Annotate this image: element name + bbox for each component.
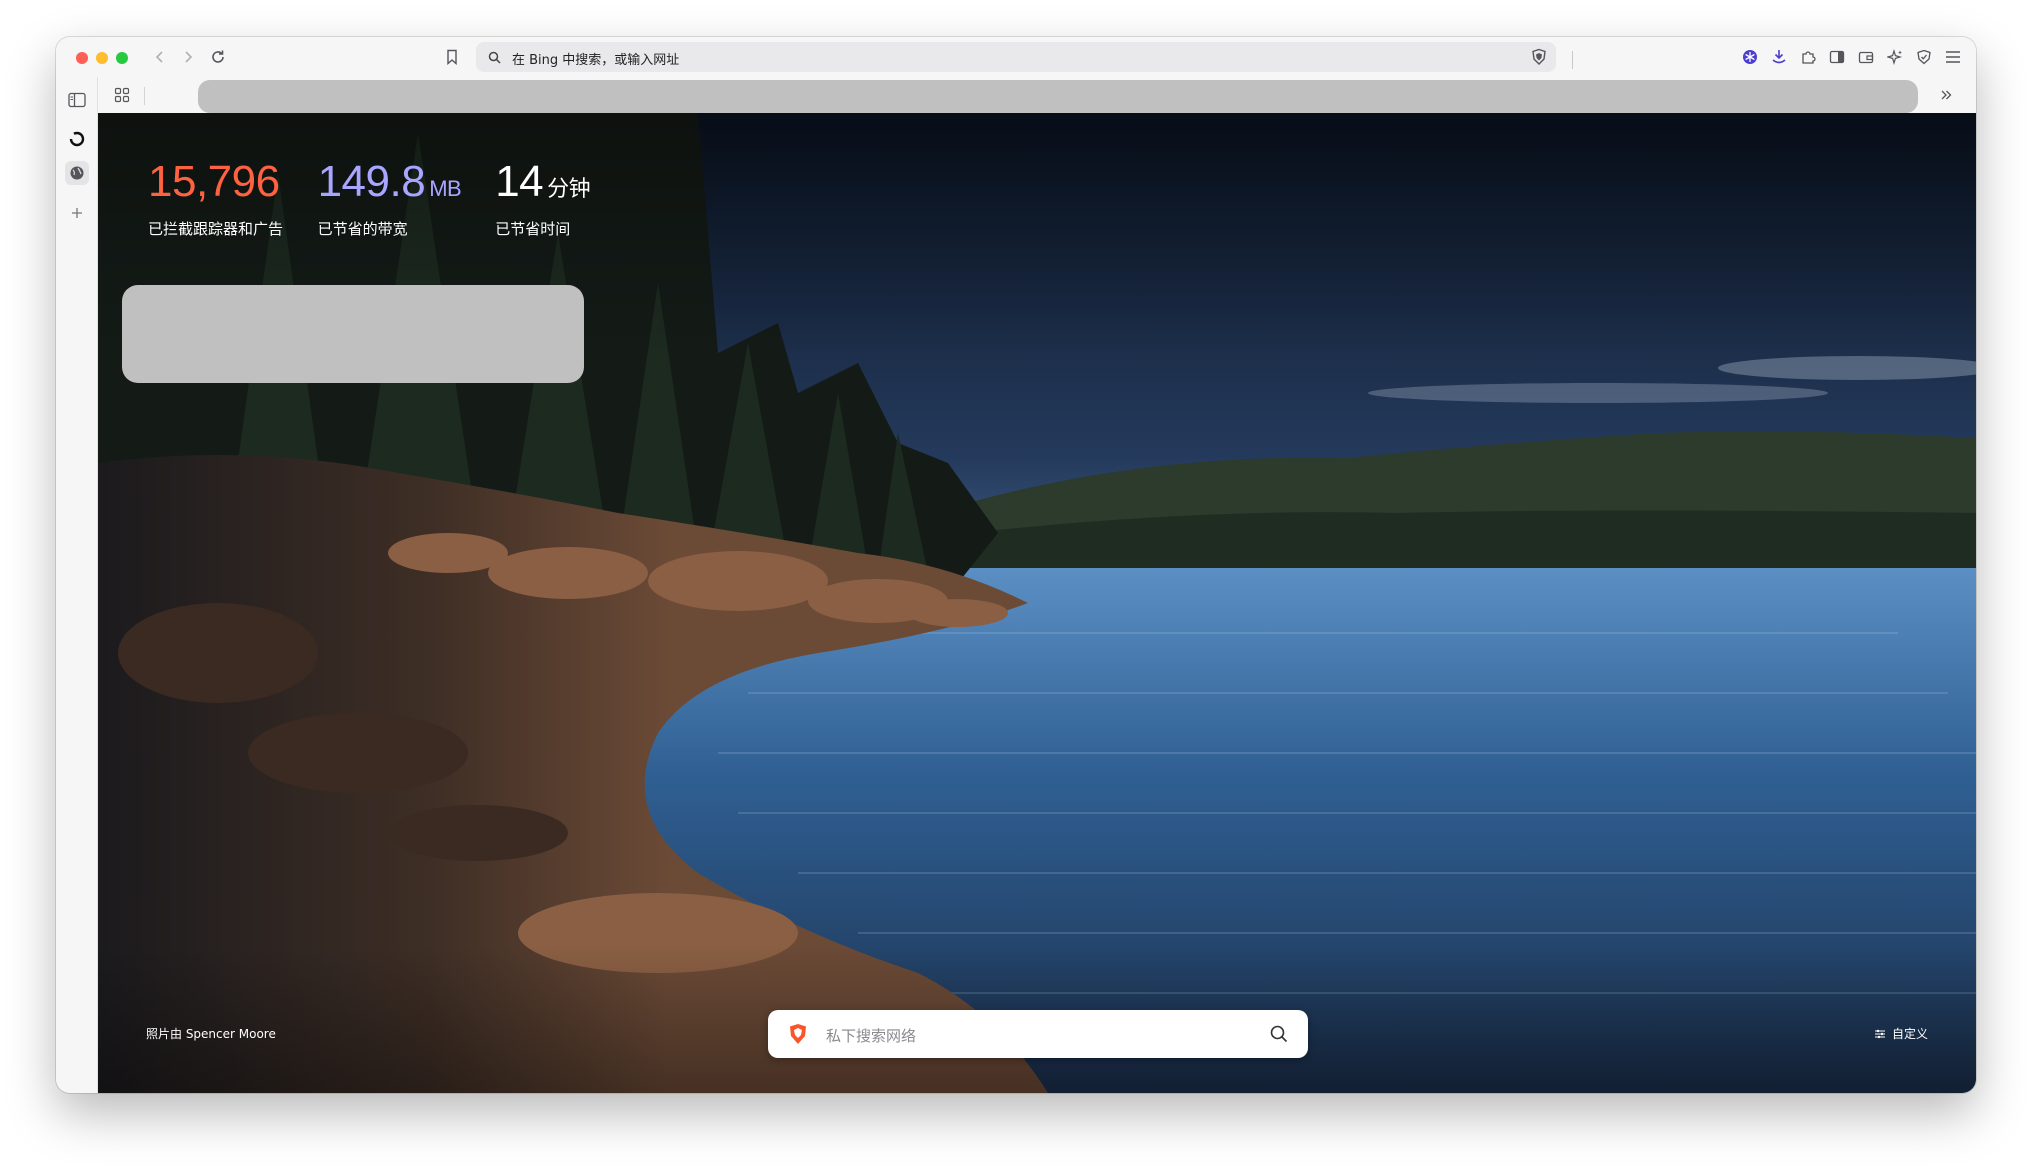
- extensions-button[interactable]: [1796, 45, 1820, 69]
- wallet-icon: [1858, 51, 1874, 64]
- bandwidth-saved-label: 已节省的带宽: [317, 220, 408, 238]
- sidebar-toggle-button[interactable]: [1825, 45, 1849, 69]
- close-window-button[interactable]: [76, 52, 88, 64]
- sidebar-item-web[interactable]: [65, 161, 89, 185]
- browser-window: 在 Bing 中搜索，或输入网址 15,796 已拦截跟踪器和广告 149.8 …: [56, 37, 1976, 1093]
- redacted-widget-card[interactable]: [122, 285, 584, 383]
- search-icon[interactable]: [1270, 1025, 1288, 1043]
- customize-label: 自定义: [1891, 1027, 1928, 1041]
- back-button[interactable]: [148, 45, 172, 69]
- hamburger-menu-icon: [1946, 51, 1960, 63]
- bookmarks-divider: [144, 87, 145, 105]
- search-placeholder: 私下搜索网络: [826, 1027, 917, 1045]
- sliders-icon: [1874, 1029, 1885, 1038]
- forward-button[interactable]: [176, 45, 200, 69]
- grid-icon: [114, 87, 130, 103]
- sidebar-add-button[interactable]: [65, 201, 89, 225]
- time-saved-unit: 分钟: [547, 176, 591, 201]
- globe-icon: [70, 166, 84, 180]
- address-bar-text: 在 Bing 中搜索，或输入网址: [512, 53, 680, 68]
- vertical-sidebar: [56, 77, 98, 1093]
- time-saved-value: 14: [495, 157, 544, 206]
- sidebar-item-leo[interactable]: [65, 127, 89, 151]
- bookmark-icon: [447, 49, 457, 65]
- bookmark-button[interactable]: [440, 45, 464, 69]
- double-chevron-right-icon: [1941, 90, 1952, 100]
- trackers-blocked-stat: 15,796 已拦截跟踪器和广告: [148, 157, 284, 239]
- chevron-right-icon: [185, 51, 193, 63]
- leo-ai-button[interactable]: [1883, 45, 1907, 69]
- bandwidth-saved-stat: 149.8 MB 已节省的带宽: [318, 157, 462, 239]
- time-saved-stat: 14 分钟 已节省时间: [495, 157, 590, 239]
- sidebar-panel-icon: [68, 92, 86, 108]
- reload-button[interactable]: [206, 45, 230, 69]
- background-landscape-image: [98, 113, 1976, 1093]
- minimize-window-button[interactable]: [96, 52, 108, 64]
- new-tab-page: 15,796 已拦截跟踪器和广告 149.8 MB 已节省的带宽 14 分钟 已节省…: [98, 113, 1976, 1093]
- address-bar-divider: [1572, 51, 1573, 69]
- menu-button[interactable]: [1941, 45, 1965, 69]
- vpn-button[interactable]: [1912, 45, 1936, 69]
- tab-overview-button[interactable]: [110, 83, 134, 107]
- tab-strip-placeholder[interactable]: [198, 80, 1918, 113]
- more-bookmarks-button[interactable]: [1934, 83, 1958, 107]
- top-toolbar: 在 Bing 中搜索，或输入网址: [56, 37, 1976, 77]
- extension-button[interactable]: [1767, 45, 1791, 69]
- sidepanel-icon: [1829, 50, 1845, 64]
- shield-icon: [1917, 49, 1931, 65]
- brave-lion-icon: [790, 1024, 806, 1044]
- brave-shields-icon[interactable]: [1530, 48, 1548, 66]
- photo-credit: 照片由 Spencer Moore: [146, 1027, 276, 1041]
- time-saved-label: 已节省时间: [495, 220, 571, 238]
- sparkle-icon: [1887, 49, 1903, 65]
- trackers-blocked-label: 已拦截跟踪器和广告: [148, 220, 284, 238]
- chevron-left-icon: [155, 51, 163, 63]
- bookmarks-bar: [98, 77, 1976, 113]
- extension-button[interactable]: [1738, 45, 1762, 69]
- bandwidth-saved-unit: MB: [429, 176, 462, 201]
- privacy-stats: 15,796 已拦截跟踪器和广告 149.8 MB 已节省的带宽 14 分钟 已节省…: [148, 157, 591, 239]
- snowflake-extension-icon: [1743, 50, 1757, 64]
- customize-button[interactable]: 自定义: [1874, 1025, 1928, 1042]
- trackers-blocked-value: 15,796: [148, 157, 280, 206]
- bandwidth-saved-value: 149.8: [317, 157, 426, 206]
- leo-ring-icon: [69, 131, 85, 147]
- toggle-sidebar-button[interactable]: [65, 88, 89, 112]
- puzzle-icon: [1802, 51, 1816, 64]
- zoom-window-button[interactable]: [116, 52, 128, 64]
- download-extension-icon: [1772, 50, 1786, 64]
- plus-icon: [72, 208, 82, 218]
- wallet-button[interactable]: [1854, 45, 1878, 69]
- address-bar[interactable]: 在 Bing 中搜索，或输入网址: [476, 42, 1573, 72]
- search-icon: [488, 51, 501, 64]
- search-box[interactable]: 私下搜索网络: [768, 1010, 1308, 1058]
- reload-icon: [212, 50, 224, 63]
